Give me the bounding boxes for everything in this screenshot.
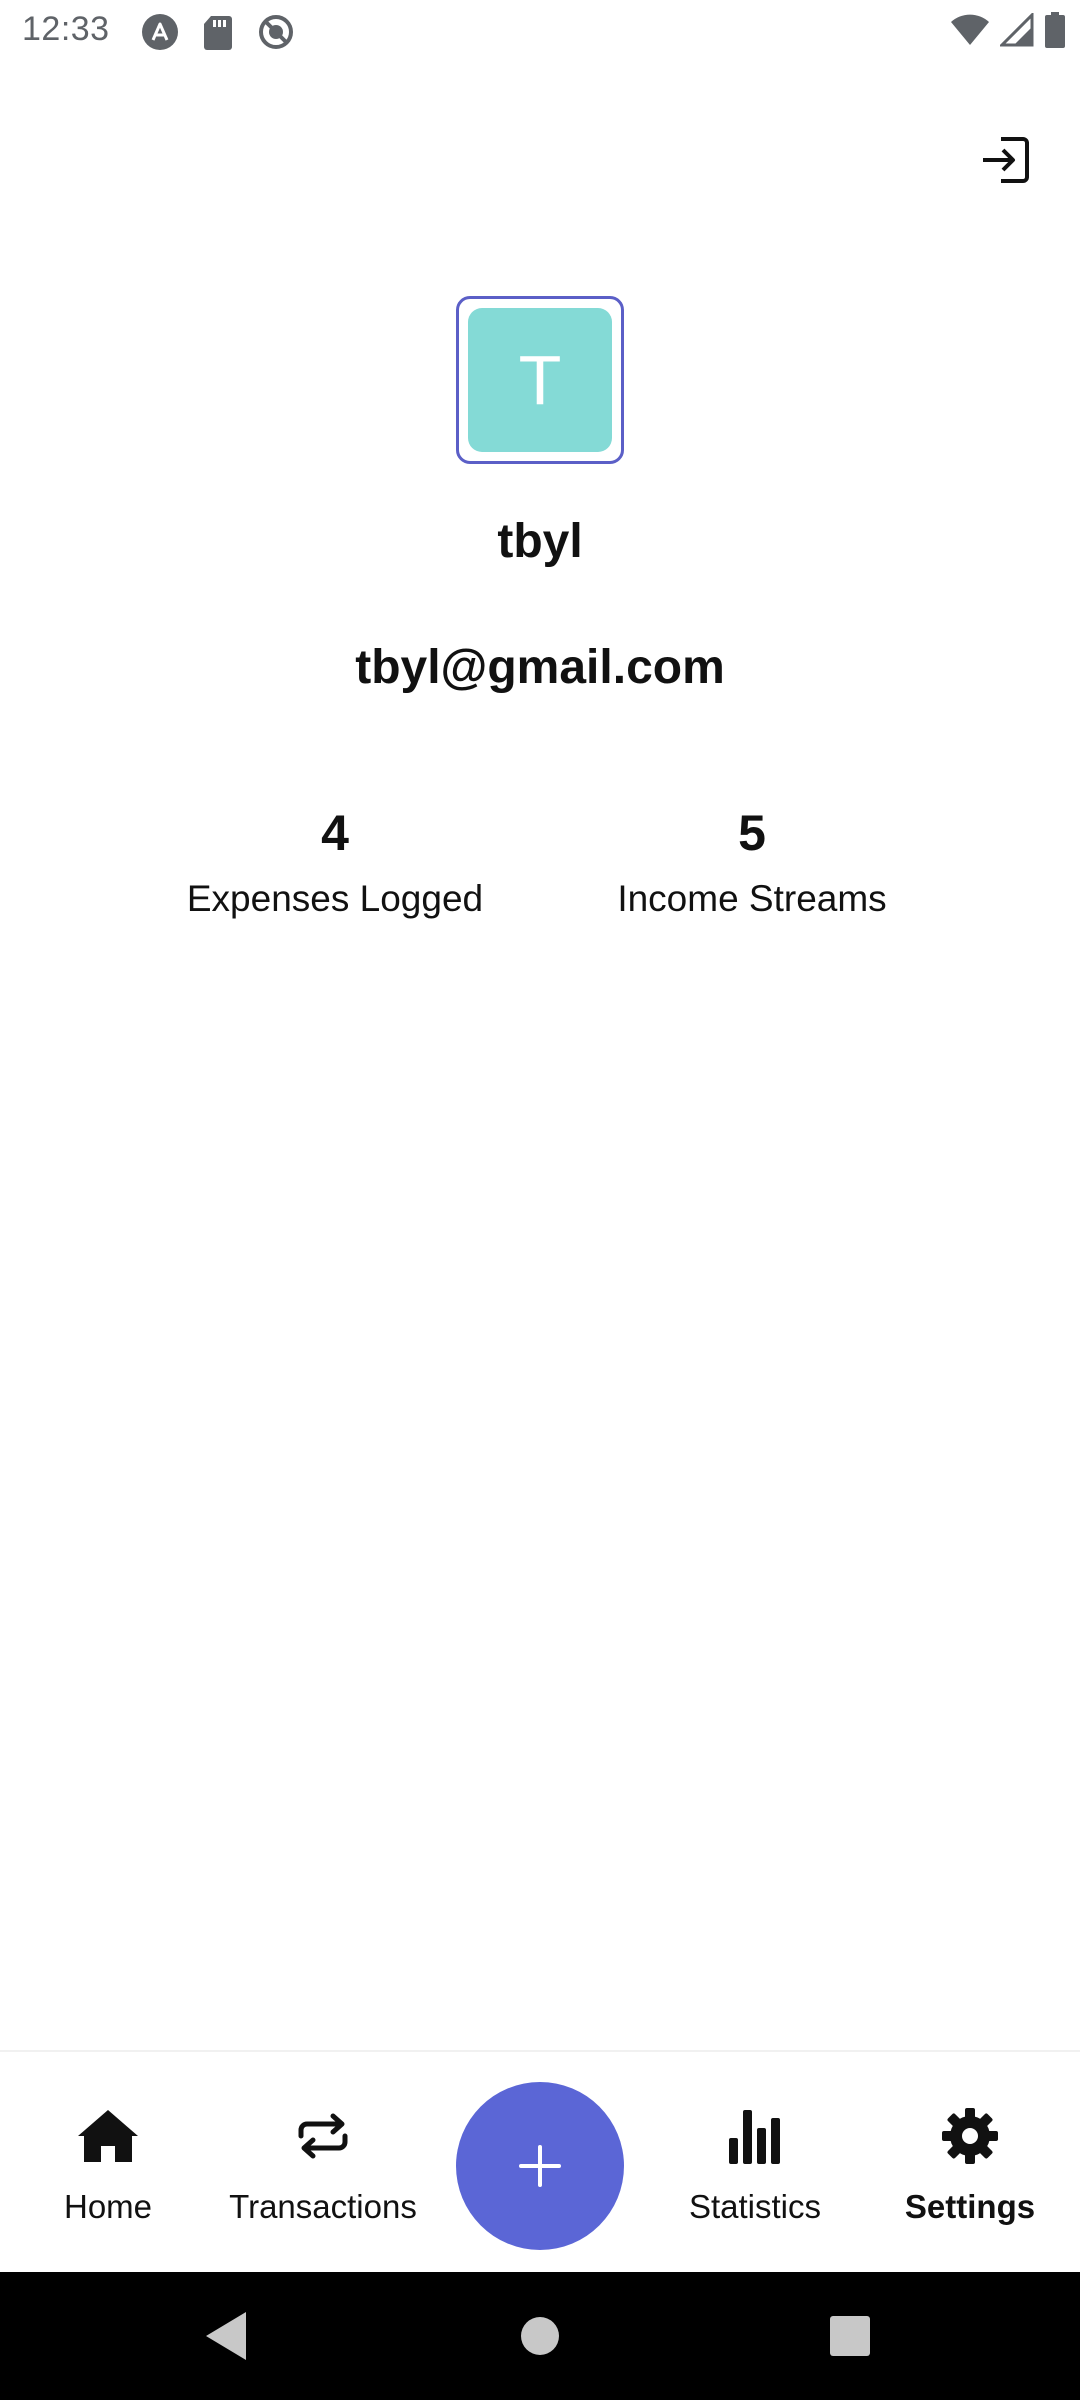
cell-signal-icon bbox=[998, 11, 1034, 52]
status-left-icons bbox=[140, 12, 296, 52]
nav-label-settings: Settings bbox=[904, 2188, 1036, 2225]
system-nav-bar bbox=[0, 2272, 1080, 2400]
system-recents-button[interactable] bbox=[816, 2302, 884, 2370]
income-label: Income Streams bbox=[617, 878, 887, 919]
sd-card-icon bbox=[198, 12, 238, 52]
nav-label-home: Home bbox=[63, 2188, 153, 2225]
nav-item-statistics[interactable]: Statistics bbox=[660, 2052, 850, 2274]
income-count: 5 bbox=[738, 805, 766, 861]
system-home-button[interactable] bbox=[506, 2302, 574, 2370]
status-time: 12:33 bbox=[22, 10, 110, 48]
status-bar: 12:33 bbox=[0, 0, 1080, 64]
battery-icon bbox=[1044, 12, 1066, 53]
nav-item-transactions[interactable]: Transactions bbox=[208, 2052, 438, 2274]
nav-label-transactions: Transactions bbox=[229, 2188, 417, 2225]
back-icon bbox=[206, 2312, 246, 2360]
wifi-icon bbox=[950, 13, 990, 52]
user-email: tbyl@gmail.com bbox=[355, 641, 725, 694]
income-stat: 5 Income Streams bbox=[580, 798, 924, 926]
logout-button[interactable] bbox=[976, 130, 1036, 190]
home-circle-icon bbox=[521, 2317, 559, 2355]
plus-icon bbox=[519, 2145, 561, 2187]
nav-item-home[interactable]: Home bbox=[30, 2052, 186, 2274]
repeat-icon bbox=[298, 2113, 348, 2159]
settings-screen: 12:33 T tbyl tbyl@gmail.com 4 Expenses L… bbox=[0, 0, 1080, 2400]
logout-icon bbox=[983, 137, 1029, 183]
expenses-stat: 4 Expenses Logged bbox=[160, 798, 510, 926]
expenses-count: 4 bbox=[321, 805, 349, 861]
avatar-letter: T bbox=[468, 308, 612, 452]
system-back-button[interactable] bbox=[192, 2302, 260, 2370]
no-disturb-icon bbox=[256, 12, 296, 52]
recents-icon bbox=[830, 2316, 870, 2356]
nav-label-statistics: Statistics bbox=[688, 2188, 822, 2225]
username: tbyl bbox=[497, 515, 583, 568]
bar-chart-icon bbox=[729, 2110, 780, 2164]
android-auto-icon bbox=[140, 12, 180, 52]
add-transaction-button[interactable] bbox=[456, 2082, 624, 2250]
status-right-icons bbox=[950, 11, 1066, 53]
nav-item-settings[interactable]: Settings bbox=[880, 2052, 1060, 2274]
expenses-label: Expenses Logged bbox=[186, 878, 484, 919]
gear-icon bbox=[942, 2108, 998, 2164]
home-icon bbox=[78, 2110, 138, 2162]
avatar[interactable]: T bbox=[456, 296, 624, 464]
